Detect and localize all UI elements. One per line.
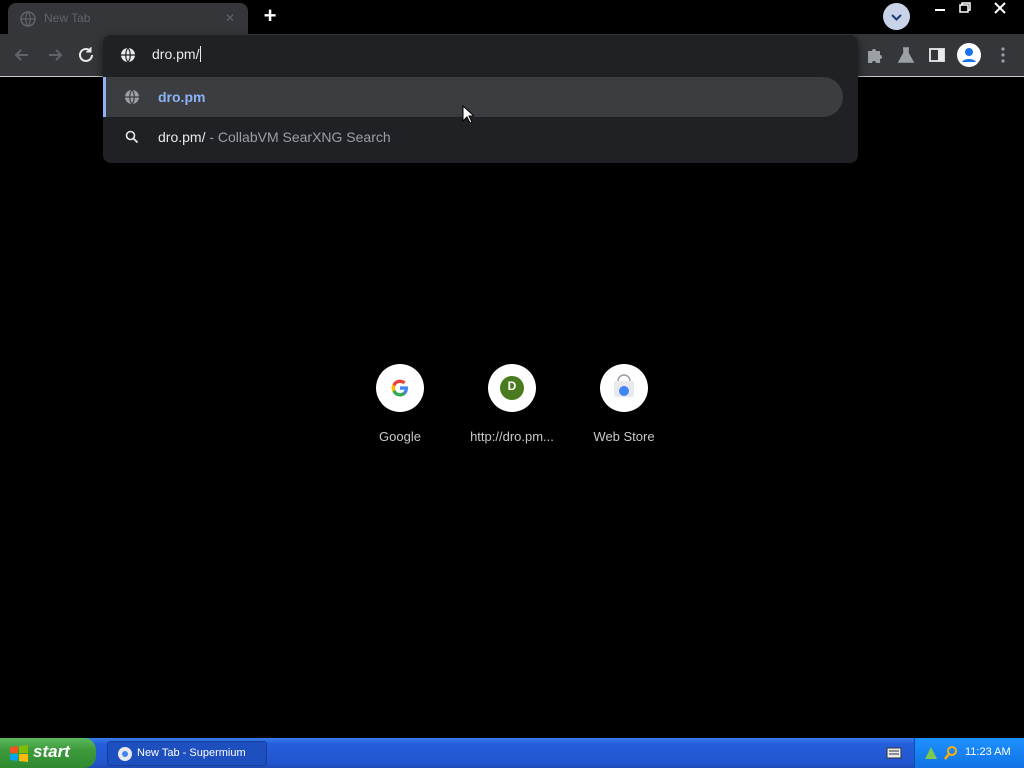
restore-icon [959,2,971,13]
suggestion-description: - CollabVM SearXNG Search [209,129,391,145]
shortcut-label: http://dro.pm... [470,429,554,444]
reload-icon [79,47,93,62]
labs-button[interactable] [893,42,919,68]
mouse-cursor [462,104,476,125]
avatar-icon [957,43,981,67]
start-label: start [33,742,70,761]
restore-button[interactable] [952,0,976,16]
tab-new-tab[interactable]: New Tab ✕ [8,3,248,34]
omnibox-dropdown: dro.pm/ dro.pm dro.pm/ - CollabVM SearXN… [103,35,858,163]
suggestion-text: dro.pm [158,89,206,105]
globe-icon [20,11,36,27]
shortcut-label: Google [379,429,421,444]
shortcut-label: Web Store [593,429,655,444]
google-icon [376,364,424,412]
suggestion-query: dro.pm/ [158,129,206,145]
kebab-menu-icon [1001,47,1005,63]
side-panel-button[interactable] [924,42,950,68]
network-icon[interactable] [923,745,939,761]
cursor-icon [462,104,476,124]
minimize-icon [935,9,945,11]
search-icon [124,129,140,145]
system-tray: 11:23 AM [914,738,1024,768]
taskbar-item-label: New Tab - Supermium [137,747,246,759]
menu-button[interactable] [990,42,1016,68]
taskbar-item-browser[interactable]: New Tab - Supermium [107,741,267,766]
windows-logo-icon [10,745,28,762]
extensions-button[interactable] [861,42,887,68]
profile-button[interactable] [956,42,982,68]
shortcut-google[interactable]: Google [344,364,456,450]
browser-icon [118,747,132,761]
close-icon [994,2,1006,14]
start-button[interactable]: start [0,738,96,768]
back-arrow-icon [14,49,28,61]
web-store-icon [600,364,648,412]
globe-icon [120,47,136,63]
letter-avatar-icon: D [488,364,536,412]
reload-button[interactable] [75,44,97,66]
window-controls [928,0,1024,18]
clock: 11:23 AM [965,746,1011,758]
close-icon[interactable]: ✕ [222,10,238,26]
minimize-button[interactable] [928,0,952,16]
back-button[interactable] [11,44,33,66]
taskbar: start New Tab - Supermium 11:23 AM [0,738,1024,768]
text-caret [200,46,202,62]
globe-icon [124,89,140,105]
close-window-button[interactable] [988,0,1012,16]
forward-arrow-icon [49,49,63,61]
side-panel-icon [929,48,945,62]
flask-icon [897,47,915,63]
puzzle-icon [868,49,882,63]
chevron-down-icon [891,14,902,21]
forward-button[interactable] [44,44,66,66]
letter-avatar-text: D [507,379,517,393]
shortcut-dro-pm[interactable]: D http://dro.pm... [456,364,568,450]
new-tab-button[interactable]: + [258,4,282,28]
suggestion-text: dro.pm/ - CollabVM SearXNG Search [158,129,391,145]
shortcut-web-store[interactable]: Web Store [568,364,680,450]
address-bar[interactable]: dro.pm/ [103,35,858,75]
address-input-value: dro.pm/ [152,46,200,62]
keyboard-icon[interactable] [886,746,902,760]
tab-strip: New Tab ✕ + [0,0,1024,34]
address-input[interactable]: dro.pm/ [152,46,202,62]
screen: New Tab ✕ + dro.pm/ dro.pm dro.pm/ - Col… [0,0,1024,768]
search-icon[interactable] [943,745,959,761]
tab-title: New Tab [44,11,91,25]
tab-search-button[interactable] [883,3,910,30]
